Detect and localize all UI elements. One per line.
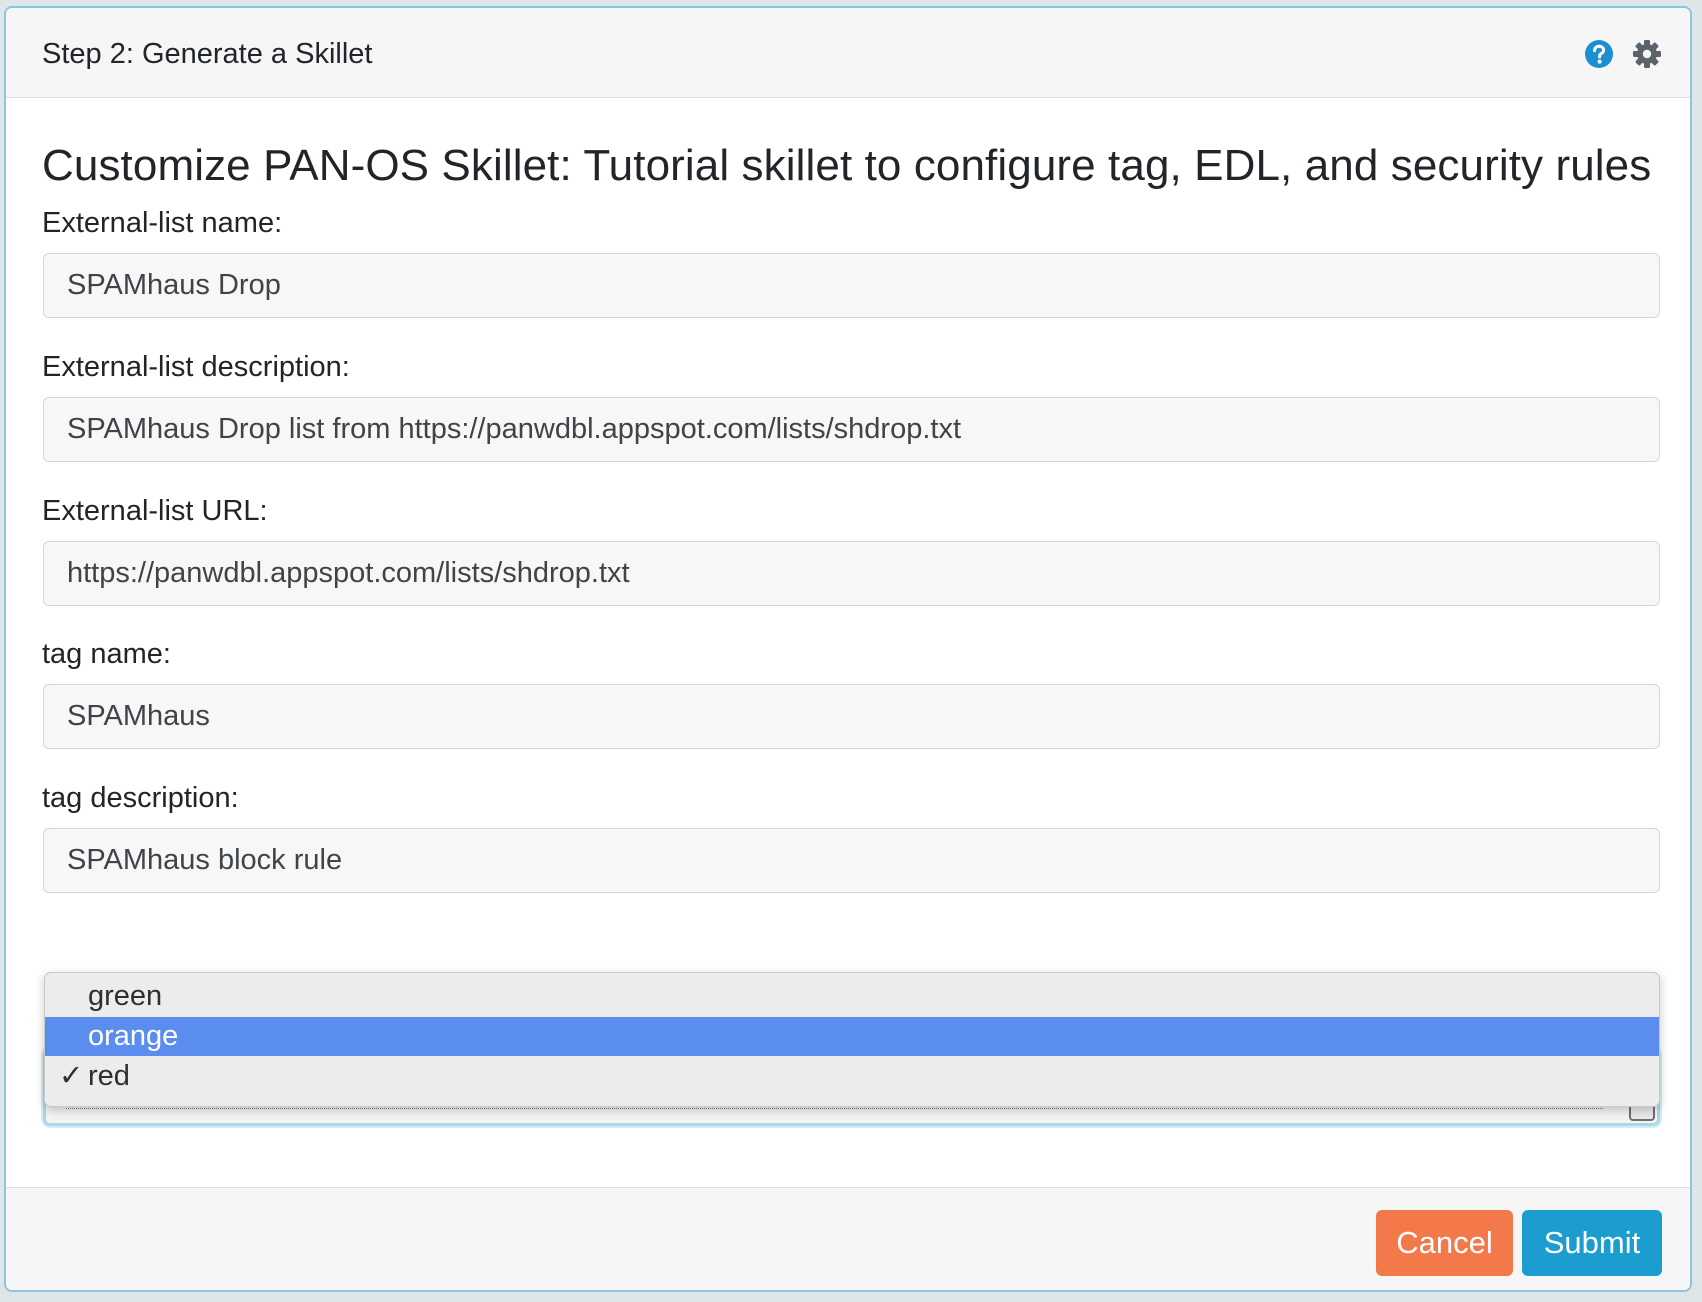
tag-name-label: tag name: bbox=[42, 638, 171, 670]
tag-name-input[interactable] bbox=[43, 684, 1660, 749]
dropdown-option-label: red bbox=[88, 1060, 130, 1092]
gear-icon[interactable] bbox=[1632, 39, 1662, 69]
card-header: Step 2: Generate a Skillet bbox=[6, 8, 1690, 98]
checkmark-icon: ✓ bbox=[59, 1060, 84, 1092]
external-list-url-label: External-list URL: bbox=[42, 495, 268, 527]
tag-description-input[interactable] bbox=[43, 828, 1660, 893]
page-title: Customize PAN-OS Skillet: Tutorial skill… bbox=[42, 141, 1652, 190]
tag-color-dropdown: green orange ✓ red bbox=[44, 972, 1660, 1107]
skillet-card: Step 2: Generate a Skillet Customize PAN… bbox=[4, 6, 1692, 1292]
external-list-name-input[interactable] bbox=[43, 253, 1660, 318]
external-list-description-label: External-list description: bbox=[42, 351, 350, 383]
external-list-description-input[interactable] bbox=[43, 397, 1660, 462]
dropdown-option-label: green bbox=[88, 980, 163, 1012]
dropdown-option-green[interactable]: green bbox=[45, 977, 1659, 1016]
question-circle-icon[interactable] bbox=[1584, 39, 1614, 69]
card-title: Step 2: Generate a Skillet bbox=[42, 38, 373, 70]
submit-button[interactable]: Submit bbox=[1522, 1210, 1662, 1276]
cancel-button[interactable]: Cancel bbox=[1376, 1210, 1513, 1276]
dropdown-option-orange[interactable]: orange bbox=[45, 1017, 1659, 1056]
dropdown-option-label: orange bbox=[88, 1020, 179, 1052]
dropdown-option-red[interactable]: ✓ red bbox=[45, 1057, 1659, 1096]
external-list-name-label: External-list name: bbox=[42, 207, 283, 239]
select-focus-underline bbox=[66, 1108, 1603, 1109]
external-list-url-input[interactable] bbox=[43, 541, 1660, 606]
tag-description-label: tag description: bbox=[42, 782, 239, 814]
